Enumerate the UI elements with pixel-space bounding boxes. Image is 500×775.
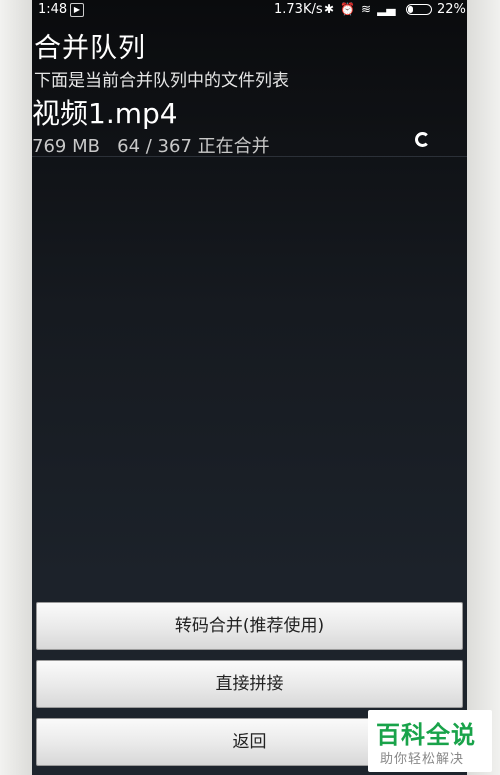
file-progress: 769 MB 64 / 367 正在合并	[32, 136, 270, 157]
divider	[32, 156, 467, 157]
transcode-merge-button[interactable]: 转码合并(推荐使用)	[36, 602, 463, 650]
page-title: 合并队列	[34, 33, 146, 64]
app-notification-icon: ▶	[70, 3, 84, 17]
wifi-icon: ≋	[361, 2, 372, 16]
watermark-title: 百科全说	[376, 721, 476, 749]
alarm-icon: ⏰	[340, 2, 356, 16]
bluetooth-icon: ✱	[324, 2, 335, 16]
battery-fill	[408, 6, 413, 13]
status-icons: ✱ ⏰ ≋ ▂▄	[324, 2, 396, 16]
battery-icon	[406, 4, 432, 15]
loading-spinner-icon	[415, 132, 430, 147]
file-name: 视频1.mp4	[32, 97, 178, 130]
status-bar: 1:48 ▶ 1.73K/s ✱ ⏰ ≋ ▂▄ 22%	[32, 0, 467, 20]
left-background	[0, 0, 32, 775]
battery-percent: 22%	[437, 2, 466, 17]
watermark-logo: 百科全说 助你轻松解决	[368, 710, 492, 772]
watermark-subtitle: 助你轻松解决	[380, 752, 465, 767]
network-speed: 1.73K/s	[274, 2, 323, 17]
direct-join-button[interactable]: 直接拼接	[36, 660, 463, 708]
page-subtitle: 下面是当前合并队列中的文件列表	[34, 71, 289, 91]
signal-icon: ▂▄	[377, 2, 396, 16]
right-background	[467, 0, 500, 775]
phone-screen: 1:48 ▶ 1.73K/s ✱ ⏰ ≋ ▂▄ 22% 合并队列 下面是当前合并…	[32, 0, 467, 775]
status-time: 1:48	[38, 2, 68, 17]
